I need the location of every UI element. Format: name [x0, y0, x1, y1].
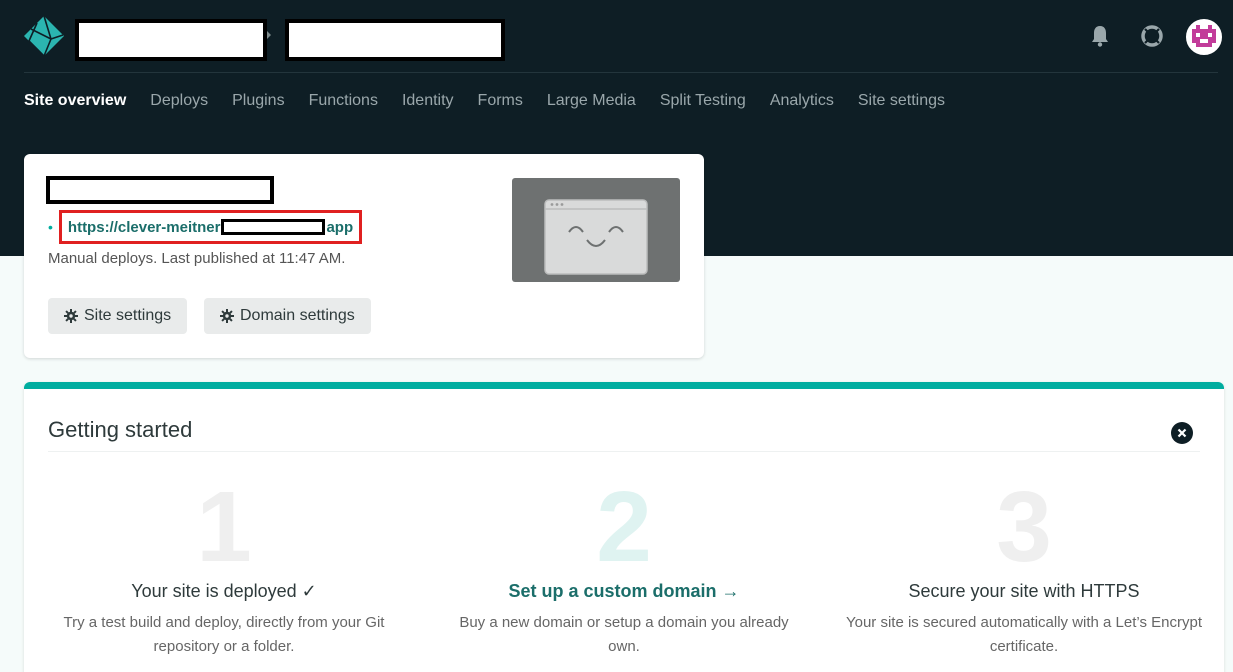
tab-forms[interactable]: Forms: [478, 92, 523, 114]
tab-site-settings[interactable]: Site settings: [858, 92, 945, 114]
avatar[interactable]: [1186, 19, 1222, 55]
step-2: 2 Set up a custom domain → Buy a new dom…: [424, 477, 824, 659]
setup-custom-domain-link[interactable]: Set up a custom domain →: [424, 581, 824, 607]
site-preview-thumbnail[interactable]: [512, 178, 680, 282]
tab-site-overview[interactable]: Site overview: [24, 92, 126, 114]
site-url-suffix: app: [326, 218, 354, 236]
step-1-title: Your site is deployed ✓: [131, 581, 317, 601]
domain-settings-button[interactable]: Domain settings: [204, 298, 371, 334]
step-1: 1 Your site is deployed ✓ Try a test bui…: [24, 477, 424, 659]
site-overview-card: • https://clever-meitner app Manual depl…: [24, 154, 704, 358]
close-icon[interactable]: [1171, 422, 1193, 444]
site-title-redacted: [46, 176, 274, 204]
tab-plugins[interactable]: Plugins: [232, 92, 284, 114]
step-1-desc: Try a test build and deploy, directly fr…: [63, 614, 385, 655]
netlify-logo-icon[interactable]: [23, 15, 65, 57]
step-1-number: 1: [196, 471, 252, 583]
getting-started-divider: [48, 451, 1200, 452]
deploy-status-text: Manual deploys. Last published at 11:47 …: [48, 250, 346, 267]
step-3-number: 3: [996, 471, 1052, 583]
url-bullet: •: [48, 219, 53, 235]
breadcrumb-chevron-icon: [267, 31, 271, 39]
site-settings-label: Site settings: [84, 307, 172, 324]
site-url-link[interactable]: https://clever-meitner app: [58, 210, 363, 244]
smiley-browser-icon: [544, 199, 648, 275]
tab-analytics[interactable]: Analytics: [770, 92, 834, 114]
tab-split-testing[interactable]: Split Testing: [660, 92, 746, 114]
site-url-prefix: https://clever-meitner: [67, 218, 221, 236]
header-divider: [24, 72, 1218, 73]
getting-started-panel: Getting started 1 Your site is deployed …: [24, 382, 1224, 672]
help-lifebuoy-icon[interactable]: [1138, 22, 1166, 50]
url-redacted: [221, 219, 326, 235]
step-3: 3 Secure your site with HTTPS Your site …: [824, 477, 1224, 659]
tab-deploys[interactable]: Deploys: [150, 92, 208, 114]
avatar-pattern-icon: [1188, 21, 1220, 53]
step-2-desc: Buy a new domain or setup a domain you a…: [459, 614, 789, 655]
gear-icon: [64, 309, 78, 323]
gear-icon: [220, 309, 234, 323]
team-name-redacted[interactable]: [75, 19, 267, 61]
step-3-title: Secure your site with HTTPS: [908, 581, 1140, 601]
tab-functions[interactable]: Functions: [309, 92, 378, 114]
domain-settings-label: Domain settings: [240, 307, 355, 324]
tab-large-media[interactable]: Large Media: [547, 92, 636, 114]
site-name-redacted[interactable]: [285, 19, 505, 61]
step-3-desc: Your site is secured automatically with …: [845, 614, 1202, 655]
close-x-icon: [1177, 428, 1187, 438]
site-nav-tabs: Site overview Deploys Plugins Functions …: [24, 92, 945, 114]
site-url-row: • https://clever-meitner app: [48, 210, 363, 244]
bell-icon[interactable]: [1086, 22, 1114, 50]
getting-started-title: Getting started: [48, 417, 193, 442]
tab-identity[interactable]: Identity: [402, 92, 454, 114]
site-settings-button[interactable]: Site settings: [48, 298, 188, 334]
step-2-number: 2: [596, 471, 652, 583]
